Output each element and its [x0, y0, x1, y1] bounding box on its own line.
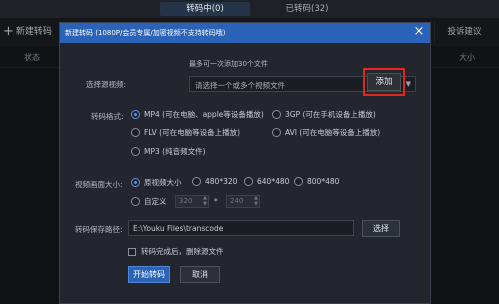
radio-selected-icon — [131, 178, 140, 187]
spinner-icon: ▲ ▼ — [254, 195, 258, 207]
close-icon[interactable]: × — [412, 25, 426, 39]
custom-size-separator: * — [214, 197, 218, 206]
save-path-value: E:\Youku Files\transcode — [133, 224, 224, 233]
cancel-button[interactable]: 取消 — [180, 266, 220, 283]
custom-height-value: 240 — [230, 197, 244, 205]
dialog-titlebar: 新建转码 (1080P/会员专属/加密视频不支持转码哦) × — [60, 23, 430, 43]
format-option-flv[interactable]: FLV (可在电脑等设备上播放) — [131, 127, 240, 138]
delete-source-label: 转码完成后，删除源文件 — [141, 247, 224, 256]
size-option-480x320[interactable]: 480*320 — [192, 177, 237, 186]
size-option-custom[interactable]: 自定义 — [131, 196, 167, 207]
size-option-640x480[interactable]: 640*480 — [244, 177, 289, 186]
browse-button[interactable]: 选择 — [362, 220, 400, 237]
radio-icon — [131, 128, 140, 137]
radio-icon — [272, 128, 281, 137]
select-source-label: 选择源视频: — [86, 80, 127, 89]
tab-transcoded[interactable]: 已转码(32) — [262, 2, 352, 16]
size-option-label: 原视频大小 — [144, 178, 182, 187]
start-transcode-button[interactable]: 开始转码 — [128, 266, 170, 283]
new-transcode-dialog: 新建转码 (1080P/会员专属/加密视频不支持转码哦) × 最多可一次添加30… — [59, 22, 431, 304]
add-button-highlight: 添加 — [363, 68, 405, 96]
custom-width-value: 320 — [179, 197, 193, 205]
size-option-label: 640*480 — [257, 177, 290, 186]
format-label: 转码格式: — [91, 112, 124, 121]
format-option-mp3[interactable]: MP3 (纯音频文件) — [131, 146, 206, 157]
format-option-mp4[interactable]: MP4 (可在电脑、apple等设备播放) — [131, 109, 264, 120]
add-file-button[interactable]: 添加 — [367, 73, 401, 91]
size-option-800x480[interactable]: 800*480 — [294, 177, 339, 186]
tab-transcoding[interactable]: 转码中(0) — [160, 2, 250, 16]
format-option-label: FLV (可在电脑等设备上播放) — [144, 128, 241, 137]
video-size-label: 视频画面大小: — [75, 180, 123, 189]
spinner-icon: ▲ ▼ — [203, 195, 207, 207]
delete-source-checkbox[interactable]: 转码完成后，删除源文件 — [128, 246, 224, 257]
radio-icon — [131, 147, 140, 156]
format-option-label: MP4 (可在电脑、apple等设备播放) — [144, 110, 264, 119]
custom-height-input[interactable]: 240 ▲ ▼ — [226, 195, 260, 208]
radio-selected-icon — [131, 110, 140, 119]
save-path-label: 转码保存路径: — [75, 225, 123, 234]
size-option-label: 800*480 — [307, 177, 340, 186]
source-file-placeholder: 请选择一个或多个视频文件 — [195, 81, 285, 90]
checkbox-icon — [128, 247, 136, 256]
size-option-label: 480*320 — [205, 177, 238, 186]
dialog-title: 新建转码 (1080P/会员专属/加密视频不支持转码哦) — [65, 29, 226, 37]
save-path-input[interactable]: E:\Youku Files\transcode — [128, 220, 354, 236]
top-tabs: 转码中(0) 已转码(32) — [0, 0, 499, 18]
radio-icon — [131, 197, 140, 206]
format-option-label: MP3 (纯音频文件) — [144, 147, 206, 156]
format-option-avi[interactable]: AVI (可在电脑等设备上播放) — [272, 127, 380, 138]
format-option-label: 3GP (可在手机设备上播放) — [285, 110, 376, 119]
radio-icon — [192, 177, 201, 186]
dropdown-arrow-icon: ▼ — [405, 80, 411, 88]
format-option-label: AVI (可在电脑等设备上播放) — [285, 128, 381, 137]
file-limit-hint: 最多可一次添加30个文件 — [189, 60, 268, 68]
custom-width-input[interactable]: 320 ▲ ▼ — [175, 195, 209, 208]
format-option-3gp[interactable]: 3GP (可在手机设备上播放) — [272, 109, 376, 120]
size-option-original[interactable]: 原视频大小 — [131, 177, 182, 188]
radio-icon — [294, 177, 303, 186]
size-option-label: 自定义 — [144, 197, 167, 206]
radio-icon — [244, 177, 253, 186]
radio-icon — [272, 110, 281, 119]
